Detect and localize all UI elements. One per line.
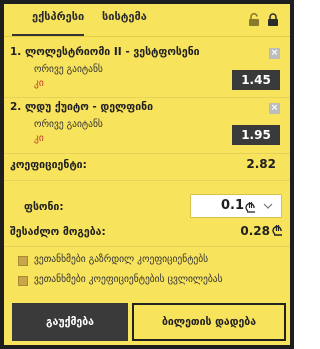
- bet-title: 2. ლდუ ქუიტო - დელფინი: [10, 101, 153, 113]
- remove-icon[interactable]: ×: [269, 103, 280, 114]
- accept-odds-changes-checkbox[interactable]: [18, 276, 28, 286]
- lari-icon: [272, 225, 282, 236]
- bet-odds: 1.45: [232, 70, 280, 90]
- tab-system[interactable]: სისტემა: [102, 10, 147, 23]
- row-divider: [4, 180, 290, 181]
- bet-title: 1. ლოლესტრიომი II - ვესტფოსენი: [10, 46, 200, 58]
- betslip-frame: ექსპრესი სისტემა 1. ლოლესტრიომი II - ვეს…: [0, 0, 294, 349]
- bet-market: ორივე გაიტანს: [34, 119, 103, 130]
- bet-pick: კი: [34, 78, 44, 89]
- lock-open-icon[interactable]: [248, 13, 260, 27]
- bet-odds: 1.95: [232, 125, 280, 145]
- accept-increased-odds-label: ვეთანხმები გაზრდილ კოეფიციენტებს: [34, 254, 209, 265]
- coefficient-label: კოეფიციენტი:: [10, 159, 87, 171]
- cancel-button[interactable]: გაუქმება: [12, 303, 128, 341]
- tabs-divider: [4, 36, 290, 37]
- accept-increased-odds-checkbox[interactable]: [18, 256, 28, 266]
- place-bet-button[interactable]: ბილეთის დადება: [132, 303, 286, 341]
- bet-item: 2. ლდუ ქუიტო - დელფინი ორივე გაიტანს კი …: [4, 97, 290, 155]
- bet-pick: კი: [34, 133, 44, 144]
- bet-market: ორივე გაიტანს: [34, 64, 103, 75]
- betslip-panel: ექსპრესი სისტემა 1. ლოლესტრიომი II - ვეს…: [4, 4, 290, 345]
- remove-icon[interactable]: ×: [269, 48, 280, 59]
- stake-value: 0.1: [221, 198, 245, 213]
- lock-closed-icon[interactable]: [267, 13, 279, 27]
- bet-item: 1. ლოლესტრიომი II - ვესტფოსენი ორივე გაი…: [4, 42, 290, 100]
- tab-express[interactable]: ექსპრესი: [32, 10, 84, 23]
- bet-number: 1.: [10, 46, 22, 58]
- betslip-tabs: ექსპრესი სისტემა: [4, 4, 290, 36]
- lari-icon: [245, 202, 255, 213]
- row-divider: [4, 246, 290, 247]
- bet-match: ლდუ ქუიტო - დელფინი: [24, 101, 154, 113]
- coefficient-value: 2.82: [246, 157, 276, 171]
- possible-win-value: 0.28: [240, 224, 270, 238]
- stake-label: ფსონი:: [24, 201, 64, 213]
- row-divider: [4, 153, 290, 154]
- bet-number: 2.: [10, 101, 22, 113]
- stake-input[interactable]: 0.1: [190, 194, 282, 218]
- possible-win-label: შესაძლო მოგება:: [10, 226, 106, 238]
- chevron-down-icon[interactable]: [263, 203, 273, 209]
- accept-odds-changes-label: ვეთანხმები კოეფიციენტების ცვლილებას: [34, 274, 223, 285]
- bet-match: ლოლესტრიომი II - ვესტფოსენი: [24, 46, 200, 58]
